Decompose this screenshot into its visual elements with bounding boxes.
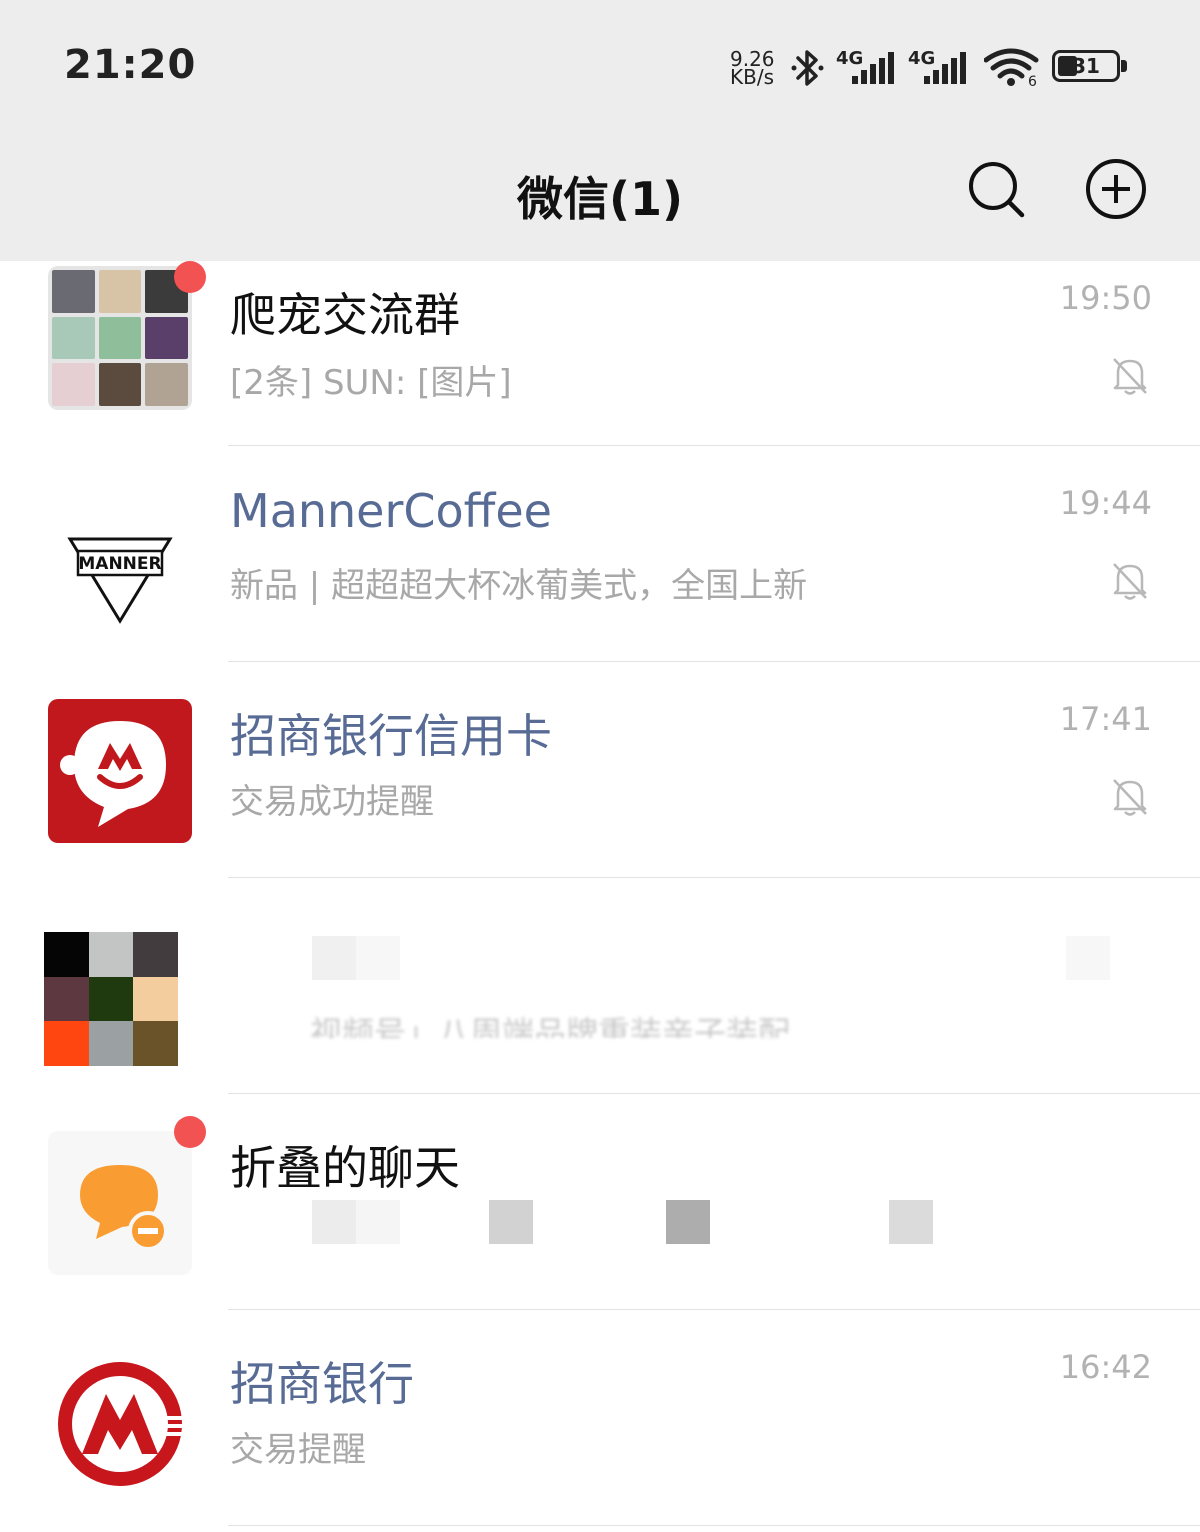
folded-chats-avatar	[48, 1131, 192, 1275]
cmb-avatar	[48, 1350, 192, 1494]
chat-time: 17:41	[1059, 700, 1152, 738]
chat-row-manner-coffee[interactable]: MANNER MannerCoffee 新品 | 超超超大杯冰葡美式，全国上新 …	[0, 446, 1200, 662]
redaction-block	[489, 1200, 533, 1244]
chat-name: 折叠的聊天	[230, 1141, 460, 1195]
status-time: 21:20	[64, 42, 197, 88]
mosaic-avatar	[44, 932, 178, 1066]
redaction-block	[312, 1200, 356, 1244]
redaction-block	[1066, 936, 1110, 980]
wifi-icon: 6	[984, 48, 1039, 88]
chat-row-folded-chats[interactable]: 折叠的聊天	[0, 1094, 1200, 1310]
manner-coffee-avatar: MANNER	[48, 483, 192, 627]
chat-time: 16:42	[1059, 1348, 1152, 1386]
network-speed: 9.26 KB/s	[730, 49, 782, 87]
cmb-service-logo-icon	[60, 721, 166, 827]
chat-name: 爬宠交流群	[230, 288, 460, 342]
add-button[interactable]	[1084, 157, 1148, 221]
chat-row-cmb-credit-card[interactable]: 招商银行信用卡 交易成功提醒 17:41	[0, 662, 1200, 878]
search-button[interactable]	[964, 157, 1028, 221]
signal-bars-icon	[852, 52, 894, 84]
chat-last-message: 视频号」八周端品牌重装亲子装配	[310, 1014, 791, 1038]
chat-row-cmb[interactable]: 招商银行 交易提醒 16:42	[0, 1310, 1200, 1526]
chat-name: 招商银行信用卡	[230, 709, 552, 763]
plus-circle-icon	[1086, 159, 1146, 219]
battery-tip	[1121, 60, 1127, 72]
search-icon	[969, 162, 1025, 218]
cmb-credit-card-avatar	[48, 699, 192, 843]
chat-row-reptile-group[interactable]: 爬宠交流群 [2条] SUN: [图片] 19:50	[0, 261, 1200, 446]
battery-level: 31	[1072, 54, 1100, 78]
chat-name: MannerCoffee	[230, 484, 552, 538]
chat-time: 19:44	[1059, 484, 1152, 522]
app-header: 微信(1)	[0, 125, 1200, 261]
cellular-signal-1: 4G	[836, 48, 902, 84]
group-avatar	[48, 266, 192, 410]
chat-last-message: 新品 | 超超超大杯冰葡美式，全国上新	[230, 566, 808, 606]
row-divider	[228, 1525, 1200, 1526]
wifi-badge: 6	[1028, 74, 1037, 88]
redaction-block	[356, 936, 400, 980]
mute-bell-icon	[1113, 563, 1147, 600]
chat-name: 招商银行	[230, 1357, 414, 1411]
cmb-logo-icon	[58, 1362, 184, 1486]
redaction-block	[889, 1200, 933, 1244]
redaction-block	[312, 936, 356, 980]
chat-row-obscured[interactable]: 视频号」八周端品牌重装亲子装配	[0, 878, 1200, 1094]
redaction-block	[666, 1200, 710, 1244]
chat-list: 爬宠交流群 [2条] SUN: [图片] 19:50 MANNER Manner…	[0, 261, 1200, 1526]
unread-dot	[174, 261, 206, 293]
bluetooth-icon	[791, 50, 824, 86]
signal-bars-icon	[924, 52, 966, 84]
redaction-block	[356, 1200, 400, 1244]
mute-bell-icon	[1113, 779, 1147, 816]
chat-last-message: [2条] SUN: [图片]	[230, 363, 512, 403]
battery-indicator: 31	[1052, 50, 1120, 82]
chat-time: 19:50	[1059, 279, 1152, 317]
cellular-signal-2: 4G	[908, 48, 974, 84]
chat-last-message: 交易提醒	[230, 1430, 366, 1470]
chat-last-message: 交易成功提醒	[230, 782, 434, 822]
manner-logo-text: MANNER	[78, 554, 161, 574]
folded-chat-icon	[80, 1165, 168, 1251]
mute-bell-icon	[1113, 358, 1147, 395]
manner-logo-icon: MANNER	[67, 537, 173, 624]
unread-dot	[174, 1116, 206, 1148]
status-bar: 21:20 9.26 KB/s 4G 4G 6 31	[0, 0, 1200, 125]
